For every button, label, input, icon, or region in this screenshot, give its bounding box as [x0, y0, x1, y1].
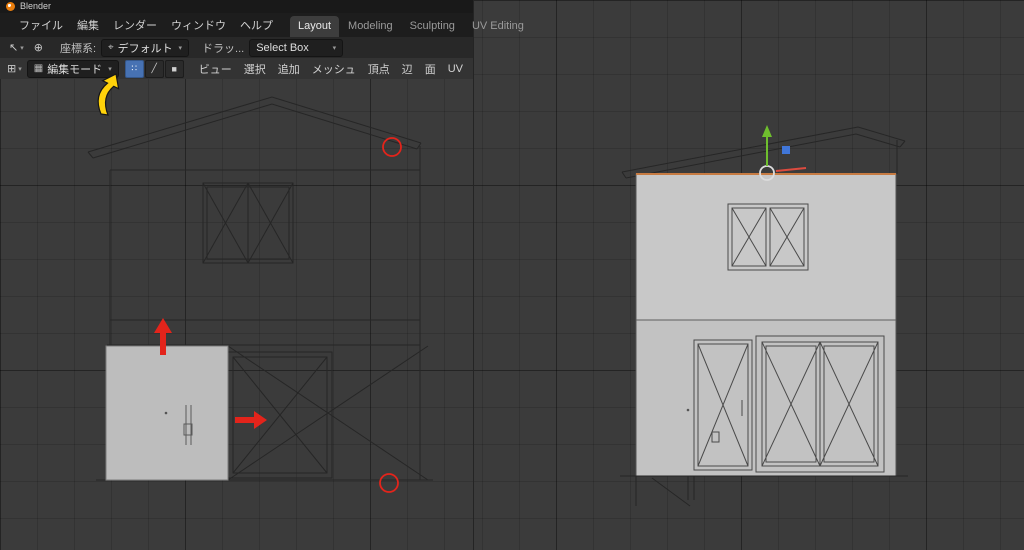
- menu-file[interactable]: ファイル: [12, 15, 70, 35]
- blender-window: Blender ファイル 編集 レンダー ウィンドウ ヘルプ Layout Mo…: [0, 0, 524, 550]
- blender-logo-icon: [6, 2, 15, 11]
- chevron-down-icon: ▾: [18, 65, 22, 73]
- top-menubar: ファイル 編集 レンダー ウィンドウ ヘルプ Layout Modeling S…: [0, 13, 524, 37]
- mode-dropdown[interactable]: ▦ 編集モード ▾: [26, 59, 119, 78]
- window-title: Blender: [20, 1, 52, 11]
- vertex-select-button[interactable]: ∷: [124, 59, 144, 78]
- menu-edge[interactable]: 辺: [396, 59, 419, 79]
- menu-render[interactable]: レンダー: [106, 15, 164, 35]
- workspace-tab-modeling[interactable]: Modeling: [340, 16, 401, 37]
- mode-value: 編集モード: [47, 63, 103, 76]
- edit-mode-icon: ▦: [33, 63, 44, 74]
- workspace-tab-uv-editing[interactable]: UV Editing: [464, 16, 532, 37]
- menu-window[interactable]: ウィンドウ: [164, 15, 233, 35]
- orientation-label: 座標系:: [59, 42, 97, 55]
- orientation-icon: ⌖: [108, 42, 114, 53]
- editor-type-icon[interactable]: ⊞ ▾: [4, 61, 25, 76]
- workspace-tab-layout[interactable]: Layout: [290, 16, 340, 37]
- menu-add[interactable]: 追加: [272, 59, 306, 79]
- chevron-down-icon: ▾: [108, 65, 112, 73]
- blender-screenshot: Blender ファイル 編集 レンダー ウィンドウ ヘルプ Layout Mo…: [0, 0, 1024, 550]
- active-tool-icon[interactable]: ↖ ▾: [6, 40, 27, 55]
- chevron-down-icon: ▾: [178, 44, 183, 52]
- viewport-header: ⊞ ▾ ▦ 編集モード ▾ ∷ ╱ ■ ビュー 選択 追加 メッシュ 頂点 辺 面…: [0, 58, 473, 79]
- viewport-editor-icon: ⊞: [7, 63, 17, 75]
- select-tool-dropdown[interactable]: Select Box ▾: [249, 38, 344, 57]
- workspace-tab-sculpting[interactable]: Sculpting: [402, 16, 463, 37]
- menu-edit[interactable]: 編集: [70, 15, 106, 35]
- menu-select[interactable]: 選択: [238, 59, 272, 79]
- edge-select-button[interactable]: ╱: [144, 59, 164, 78]
- move-tool-icon[interactable]: ⊕: [31, 40, 46, 55]
- drag-label: ドラッ...: [202, 42, 245, 55]
- menu-vertex[interactable]: 頂点: [362, 59, 396, 79]
- select-mode-buttons: ∷ ╱ ■: [124, 59, 184, 78]
- orientation-dropdown[interactable]: ⌖ デフォルト ▾: [101, 38, 190, 57]
- viewport-left[interactable]: [0, 79, 473, 550]
- orientation-value: デフォルト: [117, 42, 173, 55]
- menu-mesh[interactable]: メッシュ: [306, 59, 362, 79]
- menu-uv[interactable]: UV: [442, 61, 469, 77]
- tool-settings-bar: ↖ ▾ ⊕ 座標系: ⌖ デフォルト ▾ ドラッ... Select Box ▾: [0, 37, 473, 58]
- chevron-down-icon: ▾: [20, 44, 24, 52]
- select-tool-value: Select Box: [256, 41, 309, 54]
- workspace-tabs: Layout Modeling Sculpting UV Editing: [290, 13, 532, 37]
- viewport-right[interactable]: [473, 0, 1024, 550]
- menu-view[interactable]: ビュー: [193, 59, 238, 79]
- menu-help[interactable]: ヘルプ: [233, 15, 280, 35]
- chevron-down-icon: ▾: [332, 44, 337, 52]
- window-titlebar[interactable]: Blender: [0, 0, 473, 13]
- face-select-button[interactable]: ■: [164, 59, 184, 78]
- menu-face[interactable]: 面: [419, 59, 442, 79]
- tweak-tool-icon: ↖: [9, 42, 19, 54]
